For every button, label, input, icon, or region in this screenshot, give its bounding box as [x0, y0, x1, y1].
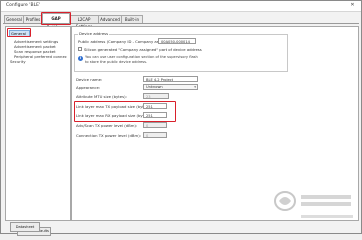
- tab-advanced[interactable]: Advanced: [98, 15, 122, 23]
- watermark-logo: [274, 191, 353, 218]
- close-icon[interactable]: ✕: [347, 2, 358, 9]
- public-address-input[interactable]: 00A050-000014: [158, 38, 196, 44]
- adv-tx-power-label: Adv/Scan TX power level (dBm):: [76, 123, 138, 128]
- appearance-label: Appearance:: [76, 85, 101, 90]
- device-address-legend: Device address: [78, 31, 110, 36]
- window-title: Configure 'BLE': [6, 3, 41, 8]
- appearance-dropdown[interactable]: Unknown ▾: [143, 84, 198, 90]
- settings-tree: General Advertisement settings Advertise…: [5, 26, 71, 236]
- conn-tx-power-label: Connection TX power level (dBm):: [76, 133, 141, 138]
- device-name-label: Device name:: [76, 77, 103, 82]
- silicon-generated-label: Silicon generated "Company assigned" par…: [84, 47, 202, 52]
- general-item-highlight: [7, 28, 31, 37]
- conn-tx-power-input[interactable]: 0: [143, 132, 167, 138]
- tab-general[interactable]: General: [4, 15, 24, 23]
- info-text-line2: to store the public device address.: [85, 60, 148, 64]
- tab-l2cap-settings[interactable]: L2CAP Settings: [69, 15, 99, 29]
- tree-item-security[interactable]: Security: [10, 59, 26, 64]
- tab-built-in[interactable]: Built-in: [121, 15, 143, 23]
- info-text-line1: You can use user configuration section o…: [85, 55, 198, 59]
- chevron-down-icon: ▾: [194, 85, 196, 89]
- silicon-generated-checkbox[interactable]: [78, 47, 82, 51]
- adv-tx-power-input[interactable]: 0: [143, 122, 167, 128]
- gap-tab-highlight: [41, 12, 71, 25]
- datasheet-button[interactable]: Datasheet: [10, 222, 40, 232]
- title-bar: Configure 'BLE' ✕: [1, 1, 361, 12]
- tab-profiles[interactable]: Profiles: [23, 15, 43, 23]
- info-icon: i: [78, 56, 83, 61]
- payload-size-highlight: [74, 101, 176, 122]
- mtu-input[interactable]: 23: [143, 93, 169, 99]
- appearance-value: Unknown: [146, 85, 163, 89]
- configure-dialog: Configure 'BLE' ✕ General Profiles GAP S…: [0, 0, 362, 236]
- device-name-input[interactable]: BLE 4.2 Project: [143, 76, 198, 82]
- mtu-label: Attribute MTU size (bytes):: [76, 94, 127, 99]
